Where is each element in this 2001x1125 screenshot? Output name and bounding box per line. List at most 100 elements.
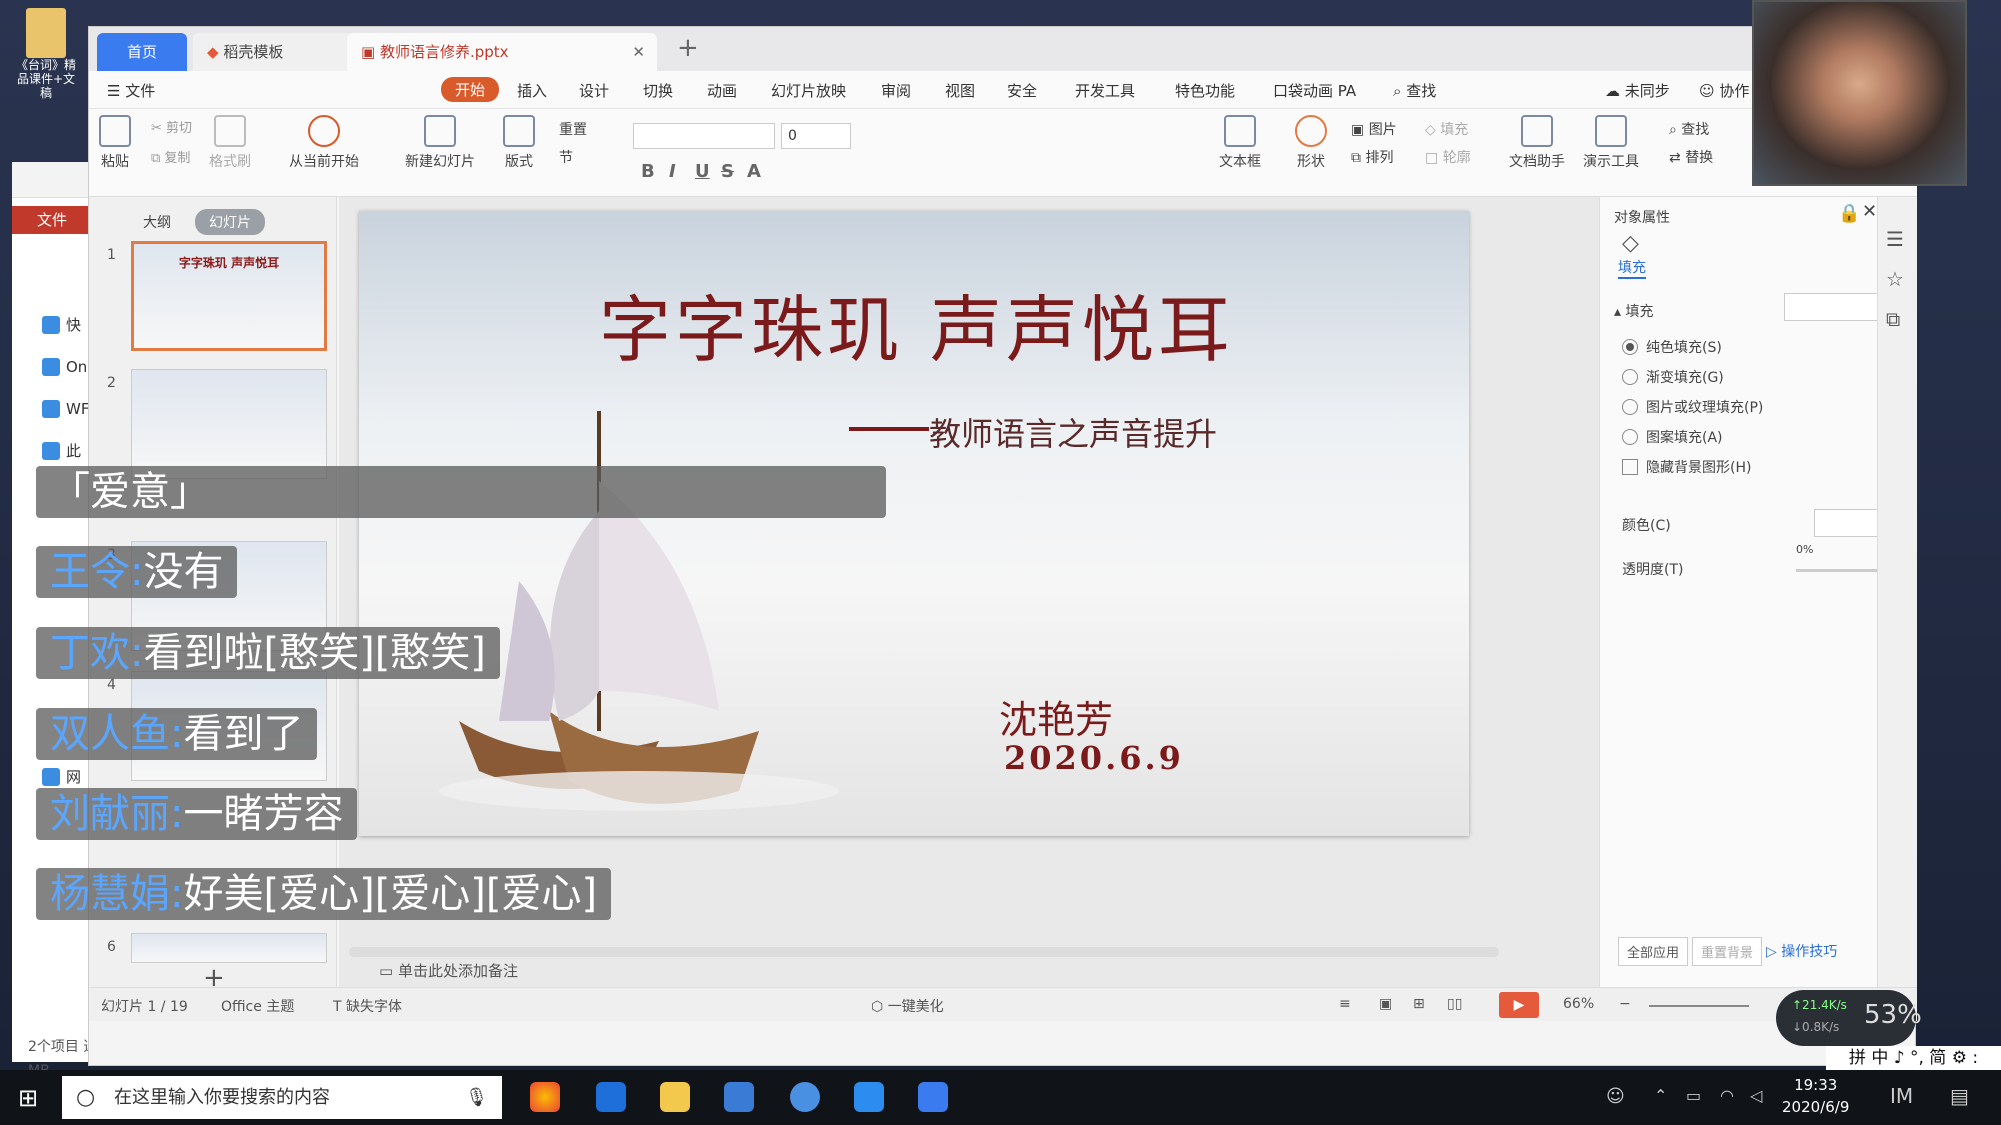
tab-templates[interactable]: ◆ 稻壳模板 [193,33,353,71]
font-color-button[interactable]: A [747,161,761,182]
apply-all-button[interactable]: 全部应用 [1618,937,1689,966]
settings-sliders-icon[interactable]: ☰ [1886,227,1904,251]
tips-link[interactable]: ▷ 操作技巧 [1766,941,1837,961]
props-fill-tab[interactable]: 填充 [1618,257,1646,279]
volume-icon[interactable]: ◁ [1750,1086,1762,1105]
windows-start-icon[interactable]: ⊞ [18,1084,38,1112]
solid-fill-radio[interactable] [1622,339,1638,355]
tab-document[interactable]: ▣ 教师语言修养.pptx ✕ [347,33,657,71]
hide-background-checkbox[interactable] [1622,459,1638,475]
zoom-out-button[interactable]: − [1619,996,1631,1012]
close-icon[interactable]: ✕ [632,33,645,71]
arrange-button[interactable]: ⧉ 排列 [1351,147,1393,167]
replace-button[interactable]: ⇄ 替换 [1669,147,1713,167]
new-slide-button[interactable]: 新建幻灯片 [405,115,475,171]
normal-view-icon[interactable]: ▣ [1379,996,1392,1012]
ime-toolbar[interactable]: 拼 中 ♪ °, 简 ⚙ : [1826,1046,2001,1070]
lock-icon[interactable]: 🔒 [1838,203,1860,224]
explorer-nav-wps[interactable]: WF [42,394,89,424]
menu-security[interactable]: 安全 [1007,80,1037,101]
picture-fill-radio[interactable] [1622,399,1638,415]
font-size-select[interactable]: 0 [781,123,851,149]
reset-button[interactable]: 重置 [559,119,587,139]
ime-indicator-icon[interactable]: IM [1890,1084,1913,1108]
tab-slides[interactable]: 幻灯片 [195,209,265,235]
menu-special[interactable]: 特色功能 [1175,80,1235,101]
outline-button[interactable]: □ 轮廓 [1425,147,1471,167]
desktop-folder-icon[interactable]: 《台词》精品课件+文稿 [16,8,76,100]
slide-thumbnail-2[interactable] [131,369,327,479]
play-slideshow-button[interactable]: ▶ [1499,992,1539,1018]
horizontal-scrollbar[interactable] [349,947,1499,957]
menu-insert[interactable]: 插入 [517,80,547,101]
menu-transition[interactable]: 切换 [643,80,673,101]
zoom-level[interactable]: 66% [1563,996,1594,1012]
bold-button[interactable]: B [641,161,655,182]
slide-author[interactable]: 沈艳芳 [999,689,1113,744]
cut-button[interactable]: ✂ 剪切 [151,117,192,136]
section-button[interactable]: 节 [559,147,573,167]
meeting-app-icon[interactable] [854,1082,884,1112]
paste-button[interactable]: 粘贴 [99,115,131,171]
menu-review[interactable]: 审阅 [881,80,911,101]
menu-file[interactable]: ☰ 文件 [107,80,155,101]
menu-animation[interactable]: 动画 [707,80,737,101]
taskbar-search-box[interactable]: ○ 在这里输入你要搜索的内容 🎙 [62,1076,502,1119]
edge-icon[interactable] [596,1082,626,1112]
microphone-icon[interactable]: 🎙 [465,1076,488,1119]
menu-slideshow[interactable]: 幻灯片放映 [771,80,846,101]
battery-icon[interactable]: ▭ [1686,1086,1701,1105]
slide-title[interactable]: 字字珠玑 声声悦耳 [599,271,1234,376]
notes-field[interactable]: ▭ 单击此处添加备注 [349,957,1549,985]
tab-outline[interactable]: 大纲 [129,209,185,235]
slide-thumbnail-1[interactable]: 字字珠玑 声声悦耳 [131,241,327,351]
explorer-nav-this-pc[interactable]: 此 [42,436,81,466]
shape-button[interactable]: 形状 [1295,115,1327,171]
feishu-icon[interactable] [790,1082,820,1112]
underline-button[interactable]: U [695,161,710,182]
play-from-current-button[interactable]: 从当前开始 [289,115,359,171]
notification-icon[interactable]: ▤ [1950,1084,1969,1108]
explorer-file-tab[interactable]: 文件 [12,206,92,234]
ribbon-find-button[interactable]: ⌕ 查找 [1669,119,1709,139]
close-icon[interactable]: ✕ [1862,201,1877,222]
theme-name[interactable]: Office 主题 [221,996,294,1016]
copy-icon[interactable]: ⧉ [1886,307,1900,331]
taskbar-clock[interactable]: 19:33 2020/6/9 [1782,1074,1849,1118]
menu-view[interactable]: 视图 [945,80,975,101]
textbox-button[interactable]: 文本框 [1219,115,1261,171]
sync-status[interactable]: ☁ 未同步 [1605,80,1670,101]
strikethrough-button[interactable]: S [721,161,734,182]
slide-thumbnail-6[interactable] [131,933,327,963]
doc-assistant-button[interactable]: 文档助手 [1509,115,1565,171]
network-speed-widget[interactable]: ↑21.4K/s ↓0.8K/s 53% [1776,990,1922,1046]
tab-home[interactable]: 首页 [97,33,187,71]
menu-pocket-animation[interactable]: 口袋动画 PA [1273,80,1356,101]
new-tab-button[interactable]: + [677,33,699,63]
reading-view-icon[interactable]: ▯▯ [1447,996,1462,1012]
fill-button[interactable]: ◇ 填充 [1425,119,1468,139]
slide-canvas[interactable]: 字字珠玑 声声悦耳 教师语言之声音提升 沈艳芳 2020.6.9 [359,211,1469,836]
missing-font-button[interactable]: T 缺失字体 [333,996,402,1016]
explorer-nav-onedrive[interactable]: On [42,352,87,382]
menu-devtools[interactable]: 开发工具 [1075,80,1135,101]
notes-view-icon[interactable]: ≡ [1339,996,1351,1012]
people-icon[interactable]: ☺ [1606,1086,1625,1107]
gradient-fill-radio[interactable] [1622,369,1638,385]
beautify-button[interactable]: ⬡ 一键美化 [871,996,944,1016]
pattern-fill-radio[interactable] [1622,429,1638,445]
star-icon[interactable]: ☆ [1886,267,1904,291]
reset-background-button[interactable]: 重置背景 [1692,937,1763,966]
wps-icon[interactable] [918,1082,948,1112]
sailing-ship-image[interactable] [399,391,839,811]
tray-chevron-icon[interactable]: ⌃ [1654,1086,1667,1105]
file-explorer-icon[interactable] [660,1082,690,1112]
font-name-select[interactable] [633,123,775,149]
sorter-view-icon[interactable]: ⊞ [1413,996,1425,1012]
zoom-slider[interactable] [1649,1005,1749,1007]
menu-design[interactable]: 设计 [579,80,609,101]
wifi-icon[interactable]: ◠ [1720,1086,1734,1105]
present-tools-button[interactable]: 演示工具 [1583,115,1639,171]
italic-button[interactable]: I [669,161,676,182]
explorer-nav-quick[interactable]: 快 [42,310,81,340]
